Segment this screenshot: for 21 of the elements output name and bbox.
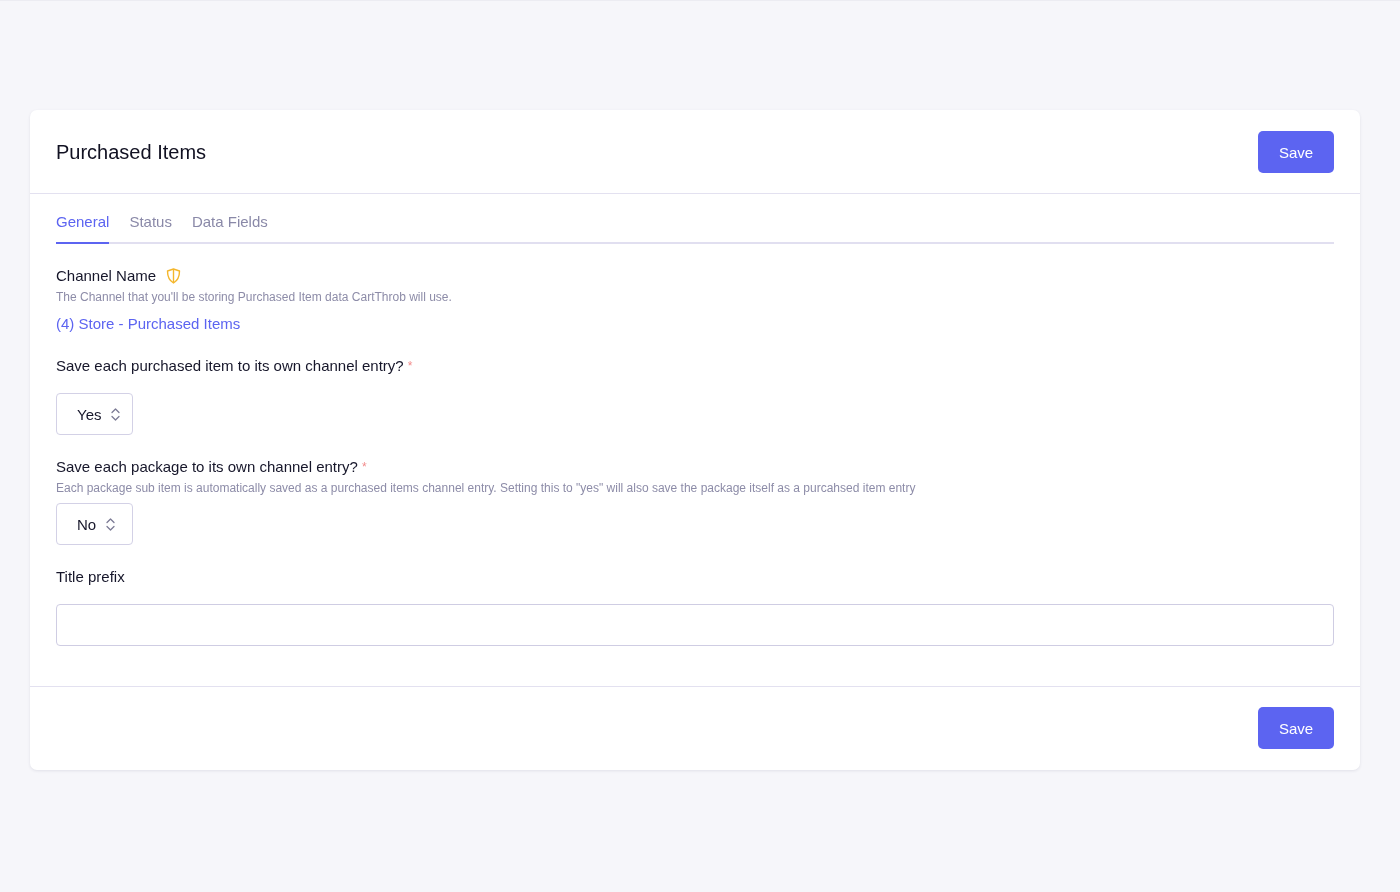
required-mark: * [407,359,413,373]
field-hint: Each package sub item is automatically saved as a purchased items channel entry. Setting this to "yes" will also save the package itself as a purcahsed item entry [56,480,916,496]
tab[interactable]: Status [129,212,172,244]
dropdown-select[interactable]: No [56,503,133,545]
chevron-up-down-icon [106,517,116,531]
field-label: Title prefix [56,567,125,587]
page-title: Purchased Items [56,140,207,164]
shield-icon [166,268,182,284]
required-mark: * [361,460,367,474]
save-button[interactable]: Save [1258,707,1334,749]
save-button[interactable]: Save [1258,131,1334,173]
field-label: Save each package to its own channel entry? [56,457,358,477]
chevron-up-down-icon [111,407,121,421]
tab[interactable]: General [56,212,110,244]
channel-link[interactable]: (4) Store - Purchased Items [56,314,241,334]
dropdown-select[interactable]: Yes [56,393,133,435]
tab[interactable]: Data Fields [191,212,268,244]
field-label: Channel Name [56,266,157,286]
field-hint: The Channel that you'll be storing Purchased Item data CartThrob will use. [56,289,452,305]
field-label: Save each purchased item to its own channel entry? [56,356,404,376]
text-input-field[interactable] [56,604,1334,646]
